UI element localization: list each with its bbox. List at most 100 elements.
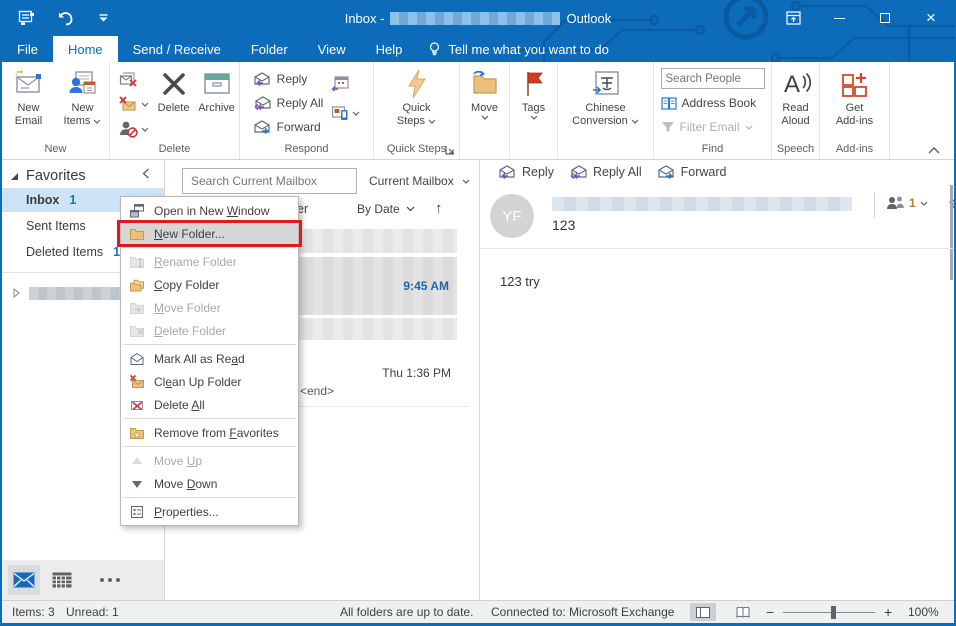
group-label-speech: Speech <box>772 141 819 159</box>
ribbon-group-respond: Reply Reply All Forward <box>240 62 374 159</box>
expand-triangle-icon[interactable] <box>13 288 20 298</box>
normal-view-button[interactable] <box>690 603 716 621</box>
recipient-count-dropdown[interactable]: 1 <box>886 196 928 210</box>
reading-reply-all-button[interactable]: Reply All <box>569 165 642 179</box>
nav-more-options-button[interactable] <box>100 578 120 582</box>
archive-button[interactable]: Archive <box>194 66 239 141</box>
menu-item-delete-all[interactable]: Delete All <box>121 393 298 416</box>
move-button[interactable]: Move <box>462 66 508 141</box>
zoom-out-button[interactable]: − <box>766 601 774 623</box>
collapse-ribbon-icon[interactable] <box>928 147 940 154</box>
sender-avatar[interactable]: YF <box>490 194 534 238</box>
menu-item-copy-folder[interactable]: Copy Folder <box>121 273 298 296</box>
reply-icon <box>253 72 272 86</box>
reading-view-button[interactable] <box>730 603 756 621</box>
menu-item-move-folder: Move Folder <box>121 296 298 319</box>
menu-item-label: Mark All as Read <box>154 352 245 366</box>
undo-icon[interactable] <box>54 7 76 29</box>
window-controls: × <box>770 0 954 36</box>
tab-send-receive[interactable]: Send / Receive <box>118 36 236 62</box>
zoom-in-button[interactable]: + <box>884 601 892 623</box>
send-receive-icon[interactable] <box>16 7 38 29</box>
group-label-respond: Respond <box>240 141 373 159</box>
customize-quick-access-icon[interactable] <box>92 7 114 29</box>
reading-pane-scrollbar[interactable] <box>950 185 953 280</box>
forward-label: Forward <box>277 120 321 134</box>
header-divider <box>874 192 875 218</box>
zoom-level[interactable]: 100% <box>908 601 939 623</box>
ribbon-display-options-button[interactable] <box>770 0 816 36</box>
move-icon <box>470 66 500 102</box>
zoom-slider-handle[interactable] <box>831 606 836 619</box>
meeting-button[interactable] <box>331 72 360 94</box>
tab-help[interactable]: Help <box>361 36 418 62</box>
close-button[interactable]: × <box>908 0 954 36</box>
menu-item-remove-from-favorites[interactable]: Remove from Favorites <box>121 421 298 444</box>
forward-icon <box>253 120 272 134</box>
delete-button[interactable]: Delete <box>153 66 194 141</box>
ignore-button[interactable] <box>118 68 149 90</box>
menu-item-mark-all-as-read[interactable]: Mark All as Read <box>121 347 298 370</box>
clean-up-button[interactable] <box>118 93 149 115</box>
reply-all-label: Reply All <box>277 96 324 110</box>
new-email-icon <box>13 66 45 102</box>
menu-item-label: Copy Folder <box>154 278 219 292</box>
tab-home[interactable]: Home <box>53 36 118 62</box>
chinese-conversion-label-line1: Chinese <box>585 102 625 115</box>
sort-direction-button[interactable]: ↑ <box>435 200 443 217</box>
chevron-down-icon <box>352 111 360 116</box>
search-input[interactable] <box>183 174 350 188</box>
menu-item-label: New Folder... <box>154 227 225 241</box>
tags-button[interactable]: Tags <box>512 66 556 141</box>
chinese-conversion-button[interactable]: Chinese Conversion <box>566 66 646 141</box>
search-people-input[interactable] <box>661 68 765 89</box>
menu-item-properties[interactable]: Properties... <box>121 500 298 523</box>
new-items-button[interactable]: New Items <box>57 66 109 141</box>
minimize-folder-pane-icon[interactable] <box>142 168 150 179</box>
reading-forward-button[interactable]: Forward <box>657 165 727 179</box>
favorites-label: Favorites <box>26 168 86 184</box>
archive-icon <box>202 66 232 102</box>
nav-calendar-button[interactable] <box>46 565 78 595</box>
chevron-down-icon <box>920 201 928 206</box>
sort-by-dropdown[interactable]: By Date <box>357 202 415 216</box>
nav-mail-button[interactable] <box>8 565 40 595</box>
menu-item-label: Open in New Window <box>154 204 269 218</box>
reading-pane: Reply Reply All Forward YF 123 1 <box>480 160 954 600</box>
forward-button[interactable]: Forward <box>253 117 324 137</box>
read-aloud-button[interactable]: A Read Aloud <box>774 66 818 141</box>
menu-item-open-in-new-window[interactable]: Open in New Window <box>121 199 298 222</box>
favorites-header[interactable]: Favorites <box>10 168 86 184</box>
menu-item-new-folder[interactable]: New Folder... <box>121 222 298 245</box>
address-book-button[interactable]: Address Book <box>661 93 765 113</box>
clean-up-icon <box>118 95 138 113</box>
minimize-button[interactable] <box>816 0 862 36</box>
quick-steps-button[interactable]: Quick Steps <box>387 66 447 141</box>
reply-button[interactable]: Reply <box>253 69 324 89</box>
sort-by-label: By Date <box>357 202 400 216</box>
menu-item-move-down[interactable]: Move Down <box>121 472 298 495</box>
menu-separator <box>123 497 296 498</box>
junk-button[interactable] <box>118 118 149 140</box>
search-box[interactable] <box>182 168 357 194</box>
get-addins-button[interactable]: Get Add-ins <box>827 66 883 141</box>
menu-item-clean-up-folder[interactable]: Clean Up Folder <box>121 370 298 393</box>
rename-folder-icon <box>128 254 145 270</box>
read-aloud-icon: A <box>781 66 811 102</box>
tab-file[interactable]: File <box>2 36 53 62</box>
tab-folder[interactable]: Folder <box>236 36 303 62</box>
new-email-button[interactable]: New Email <box>3 66 55 141</box>
dialog-launcher-icon[interactable] <box>445 145 455 155</box>
delete-folder-icon <box>128 323 145 339</box>
ribbon-group-move: Move <box>460 62 510 159</box>
ribbon-group-quick-steps: Quick Steps Quick Steps <box>374 62 460 159</box>
maximize-button[interactable] <box>862 0 908 36</box>
reading-reply-button[interactable]: Reply <box>498 165 554 179</box>
im-reply-button[interactable] <box>331 102 360 124</box>
zoom-slider-track[interactable] <box>783 612 875 613</box>
new-email-label-line1: New <box>17 102 39 115</box>
reply-all-button[interactable]: Reply All <box>253 93 324 113</box>
tell-me-box[interactable]: Tell me what you want to do <box>429 36 608 62</box>
search-scope-dropdown[interactable]: Current Mailbox <box>369 168 470 194</box>
tab-view[interactable]: View <box>303 36 361 62</box>
